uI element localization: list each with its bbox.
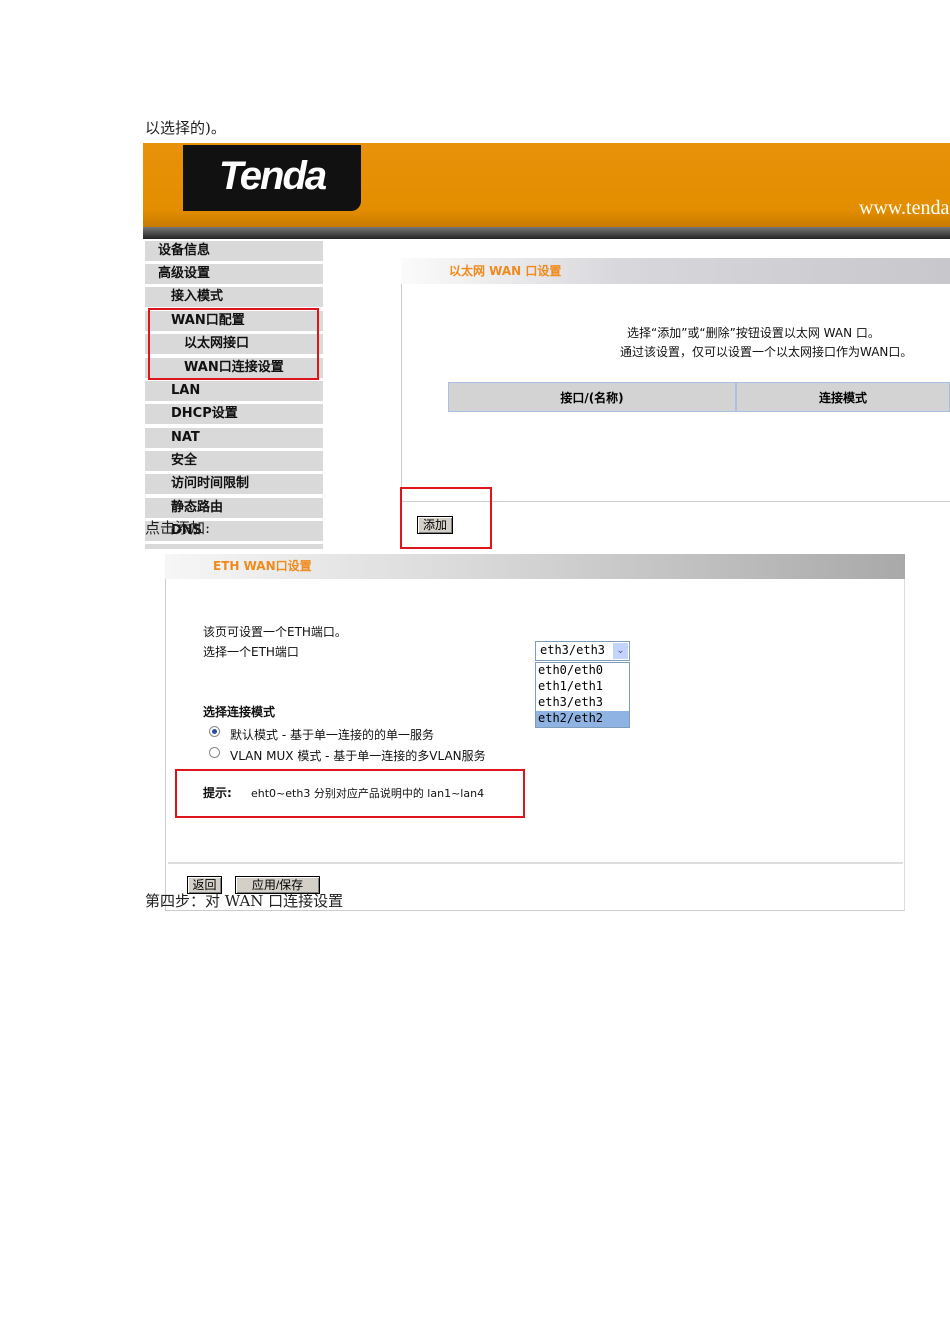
panel-title: 以太网 WAN 口设置 — [449, 264, 562, 278]
doc-heading: 第四步：对 WAN 口连接设置 — [145, 892, 344, 910]
option[interactable]: eth1/eth1 — [536, 679, 629, 695]
header-divider — [143, 227, 950, 239]
divider — [168, 862, 903, 864]
sidebar-item-security[interactable]: 安全 — [145, 451, 323, 471]
sidebar-item-time-limit[interactable]: 访问时间限制 — [145, 474, 323, 494]
hint-text: eht0~eth3 分别对应产品说明中的 lan1~lan4 — [251, 787, 485, 800]
radio-label: 默认模式 - 基于单一连接的的单一服务 — [230, 728, 434, 742]
description: 该页可设置一个ETH端口。 — [203, 625, 347, 639]
panel-title: ETH WAN口设置 — [213, 559, 312, 573]
intro-text: 选择“添加”或“删除”按钮设置以太网 WAN 口。 — [627, 326, 880, 340]
router-screenshot-wan-list: Tenda www.tenda 设备信息 高级设置 接入模式 WAN口配置 以太… — [143, 143, 950, 549]
router-screenshot-eth-wan: ETH WAN口设置 该页可设置一个ETH端口。 选择一个ETH端口 eth3/… — [165, 554, 905, 911]
sidebar-item-access-mode[interactable]: 接入模式 — [145, 287, 323, 307]
radio-label: VLAN MUX 模式 - 基于单一连接的多VLAN服务 — [230, 749, 486, 763]
sidebar-item-advanced[interactable]: 高级设置 — [145, 264, 323, 284]
chevron-down-icon[interactable]: ⌄ — [613, 643, 628, 659]
sidebar-item-nat[interactable]: NAT — [145, 428, 323, 448]
panel-header: ETH WAN口设置 — [165, 554, 905, 579]
option[interactable]: eth0/eth0 — [536, 663, 629, 679]
mode-label: 选择连接模式 — [203, 705, 276, 719]
highlight-box — [148, 308, 319, 380]
column-header-interface: 接口/(名称) — [448, 382, 736, 412]
site-url: www.tenda — [859, 197, 950, 219]
tenda-logo: Tenda — [183, 145, 361, 211]
eth-port-select[interactable]: eth3/eth3 ⌄ — [535, 641, 630, 661]
radio-vlan-mux[interactable] — [209, 747, 220, 758]
selected-value: eth3/eth3 — [540, 643, 606, 657]
intro-text: 通过该设置，仅可以设置一个以太网接口作为WAN口。 — [620, 345, 913, 359]
doc-text: 点击添加: — [145, 519, 211, 537]
select-label: 选择一个ETH端口 — [203, 645, 299, 659]
sidebar-item-partial — [145, 544, 323, 549]
panel-header: 以太网 WAN 口设置 — [401, 258, 950, 284]
eth-port-options[interactable]: eth0/eth0 eth1/eth1 eth3/eth3 eth2/eth2 — [535, 662, 630, 728]
sidebar-item-dhcp[interactable]: DHCP设置 — [145, 404, 323, 424]
highlight-box — [400, 487, 492, 549]
column-header-mode: 连接模式 — [736, 382, 950, 412]
radio-default-mode[interactable] — [209, 726, 220, 737]
hint-label: 提示: — [203, 786, 232, 800]
sidebar-item-device-info[interactable]: 设备信息 — [145, 241, 323, 261]
option[interactable]: eth3/eth3 — [536, 695, 629, 711]
sidebar-item-static-route[interactable]: 静态路由 — [145, 498, 323, 518]
option-highlighted[interactable]: eth2/eth2 — [536, 711, 629, 727]
doc-text: 以选择的)。 — [145, 119, 226, 137]
sidebar-item-lan[interactable]: LAN — [145, 381, 323, 401]
